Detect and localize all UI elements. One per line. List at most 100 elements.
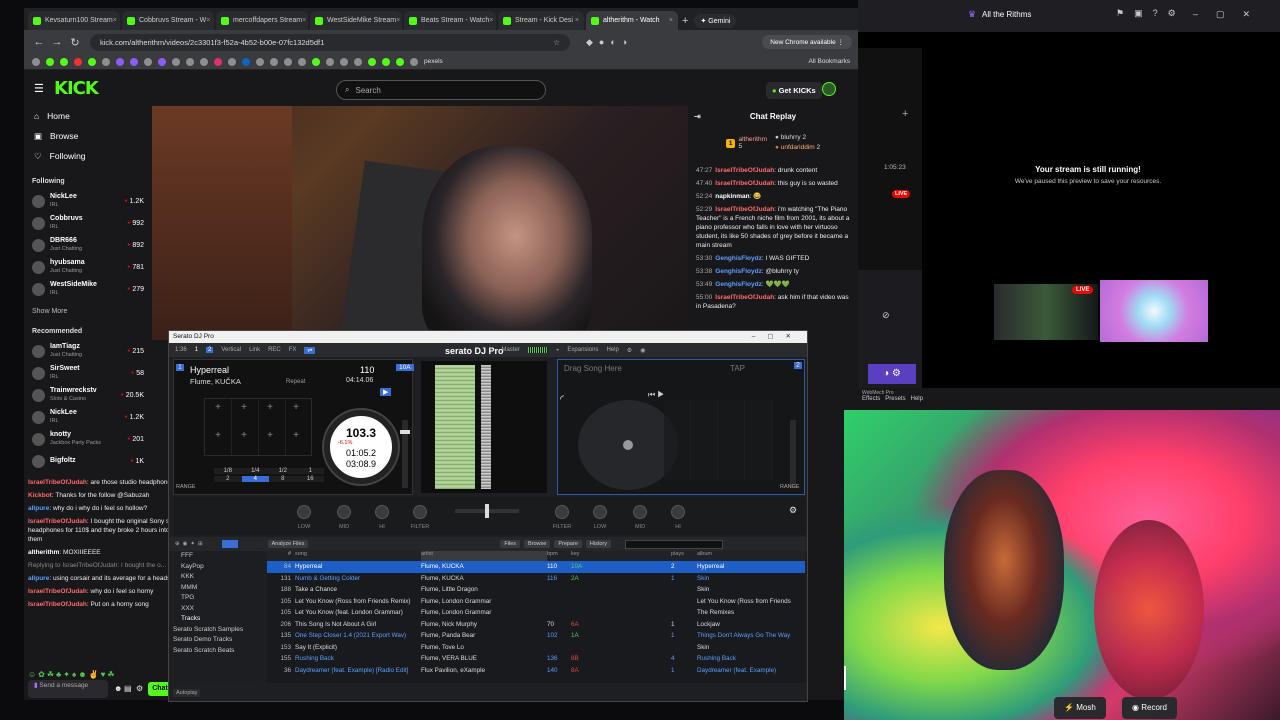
bookmark-icon[interactable] — [228, 57, 236, 66]
message-username[interactable]: IsraelTribeOfJudah — [28, 518, 87, 525]
table-row[interactable]: 155 Rushing Back Flume, VERA BLUE 136 8B 4 Rus… — [267, 653, 805, 665]
help-button[interactable]: Help — [606, 347, 618, 353]
play-icon[interactable]: ▶ — [380, 388, 392, 396]
window-controls[interactable]: –▢✕ — [752, 331, 803, 343]
bookmark-icon[interactable] — [326, 57, 334, 66]
table-row[interactable]: 36 Daydreamer (feat. Example) [Radio Edit… — [267, 665, 805, 677]
toolbar-icons[interactable]: ⚑▣?⚙ — [1116, 8, 1186, 19]
bookmark-icon[interactable] — [340, 57, 348, 66]
table-row[interactable]: 135 One Step Closer 1.4 (2021 Export Wav)… — [267, 630, 805, 642]
reload-icon[interactable]: ↻ — [66, 36, 84, 49]
table-row[interactable]: 188 Take a Chance Flume, Little Dragon Skin — [267, 584, 805, 596]
eq-knob[interactable] — [593, 505, 607, 519]
plus-icon[interactable]: + — [212, 402, 224, 414]
bookmark-icon[interactable] — [144, 57, 152, 66]
history-button[interactable]: History — [585, 540, 612, 548]
deck-a-range[interactable]: RANGE — [176, 484, 196, 490]
bookmark-icon[interactable] — [158, 57, 166, 66]
bookmark-icon[interactable] — [256, 57, 264, 66]
deck-b-jog[interactable] — [578, 400, 678, 490]
bookmark-icon[interactable] — [130, 57, 138, 66]
table-row[interactable]: 84 Hyperreal Flume, KUČKA 110 10A 2 Hyperreal — [267, 561, 805, 573]
message-username[interactable]: allpure — [28, 575, 49, 582]
headphones-icon[interactable]: ◒ — [556, 347, 560, 353]
gemini-button[interactable]: ✦ Gemini — [694, 14, 737, 28]
plus-icon[interactable]: + — [264, 430, 276, 442]
plus-icon[interactable]: + — [290, 430, 302, 442]
channel-item[interactable]: WestSideMike IRL 279 — [24, 278, 152, 300]
settings-icon[interactable]: ⚙ — [136, 684, 143, 693]
files-button[interactable]: Files — [500, 540, 520, 548]
show-more-link[interactable]: Show More — [24, 308, 152, 320]
close-icon[interactable]: × — [669, 17, 673, 24]
view-toggle[interactable] — [221, 540, 238, 548]
col-num[interactable]: # — [267, 551, 295, 561]
bookmark-icon[interactable] — [172, 57, 180, 66]
crossfader-handle[interactable] — [485, 504, 489, 518]
table-row[interactable]: 206 This Song Is Not About A Girl Flume, N… — [267, 619, 805, 631]
message-username[interactable]: altherithm — [28, 549, 59, 556]
message-username[interactable]: IsraelTribeOfJudah — [715, 167, 774, 174]
crate-item[interactable]: XXX — [169, 604, 263, 615]
eq-knob[interactable] — [337, 505, 351, 519]
col-artist[interactable]: artist — [421, 551, 547, 561]
crate-item[interactable]: Serato Demo Tracks — [169, 635, 263, 646]
loop-button[interactable]: 16 — [296, 476, 324, 482]
pad-grid-b[interactable] — [664, 400, 774, 480]
crate-item[interactable]: KayPop — [169, 562, 263, 573]
channel-item[interactable]: Trainwreckstv Slots & Casino 20.5K — [24, 384, 152, 406]
add-icon[interactable]: + — [902, 108, 908, 120]
bookmark-icon[interactable] — [410, 57, 418, 66]
deck-b-range[interactable]: RANGE — [780, 484, 800, 490]
close-icon[interactable]: × — [302, 17, 306, 24]
channel-item[interactable]: hyubsama Just Chatting 781 — [24, 256, 152, 278]
table-row[interactable]: 153 Say It (Explicit) Flume, Tove Lo Skin — [267, 642, 805, 654]
crate-item[interactable]: TPG — [169, 593, 263, 604]
message-username[interactable]: napkinman — [715, 193, 749, 200]
bookmark-icon[interactable] — [214, 57, 222, 66]
close-icon[interactable]: × — [206, 17, 210, 24]
close-icon[interactable]: × — [489, 17, 493, 24]
bookmark-icon[interactable] — [382, 57, 390, 66]
avatar[interactable] — [822, 82, 836, 96]
collapse-icon[interactable]: ⇥ — [694, 106, 701, 128]
library-search[interactable] — [625, 539, 724, 549]
message-username[interactable]: IsraelTribeOfJudah — [715, 294, 774, 301]
bookmark-icon[interactable] — [102, 57, 110, 66]
eq-knob[interactable] — [297, 505, 311, 519]
crate-item[interactable]: Serato Scratch Samples — [169, 625, 263, 636]
autoplay-button[interactable]: Autoplay — [173, 689, 201, 697]
crate-item[interactable]: KKK — [169, 572, 263, 583]
record-button[interactable]: ◉ Record — [1122, 697, 1178, 719]
bookmark-icon[interactable] — [88, 57, 96, 66]
get-kicks-button[interactable]: ● Get KICKs — [766, 82, 822, 99]
bookmark-icon[interactable] — [74, 57, 82, 66]
close-icon[interactable]: × — [575, 17, 579, 24]
browser-tab[interactable]: Stream - Kick Desi × — [498, 11, 584, 30]
preview-thumbnail[interactable] — [1100, 280, 1208, 342]
loop-button[interactable]: 2 — [214, 476, 242, 482]
table-row[interactable]: 105 Let You Know (Ross from Friends Remix… — [267, 596, 805, 608]
link-button[interactable]: Link — [249, 347, 260, 353]
bookmark-icon[interactable] — [312, 57, 320, 66]
nav-following[interactable]: ♡ Following — [24, 146, 152, 166]
eq-knob[interactable] — [671, 505, 685, 519]
message-username[interactable]: GenghisFloydz — [715, 255, 762, 262]
pitch-fader-b[interactable] — [790, 420, 796, 488]
plus-icon[interactable]: + — [238, 430, 250, 442]
message-username[interactable]: IsraelTribeOfJudah — [715, 180, 774, 187]
close-icon[interactable]: × — [113, 17, 117, 24]
plus-icon[interactable]: + — [238, 402, 250, 414]
settings-icon[interactable]: ⚙ — [627, 347, 632, 354]
close-icon[interactable]: × — [396, 17, 400, 24]
filter-knob[interactable] — [555, 505, 569, 519]
browse-button[interactable]: Browse — [523, 540, 551, 548]
bookmark-icon[interactable] — [46, 57, 54, 66]
bookmark-icon[interactable] — [284, 57, 292, 66]
message-username[interactable]: IsraelTribeOfJudah — [715, 206, 774, 213]
browser-tab[interactable]: Kevsaturn100 Stream × — [28, 11, 120, 30]
loop-button[interactable]: 8 — [269, 476, 297, 482]
loop-button[interactable]: 1 — [296, 468, 324, 474]
bookmark-icon[interactable] — [396, 57, 404, 66]
channel-item[interactable]: Cobbruvs IRL 992 — [24, 212, 152, 234]
